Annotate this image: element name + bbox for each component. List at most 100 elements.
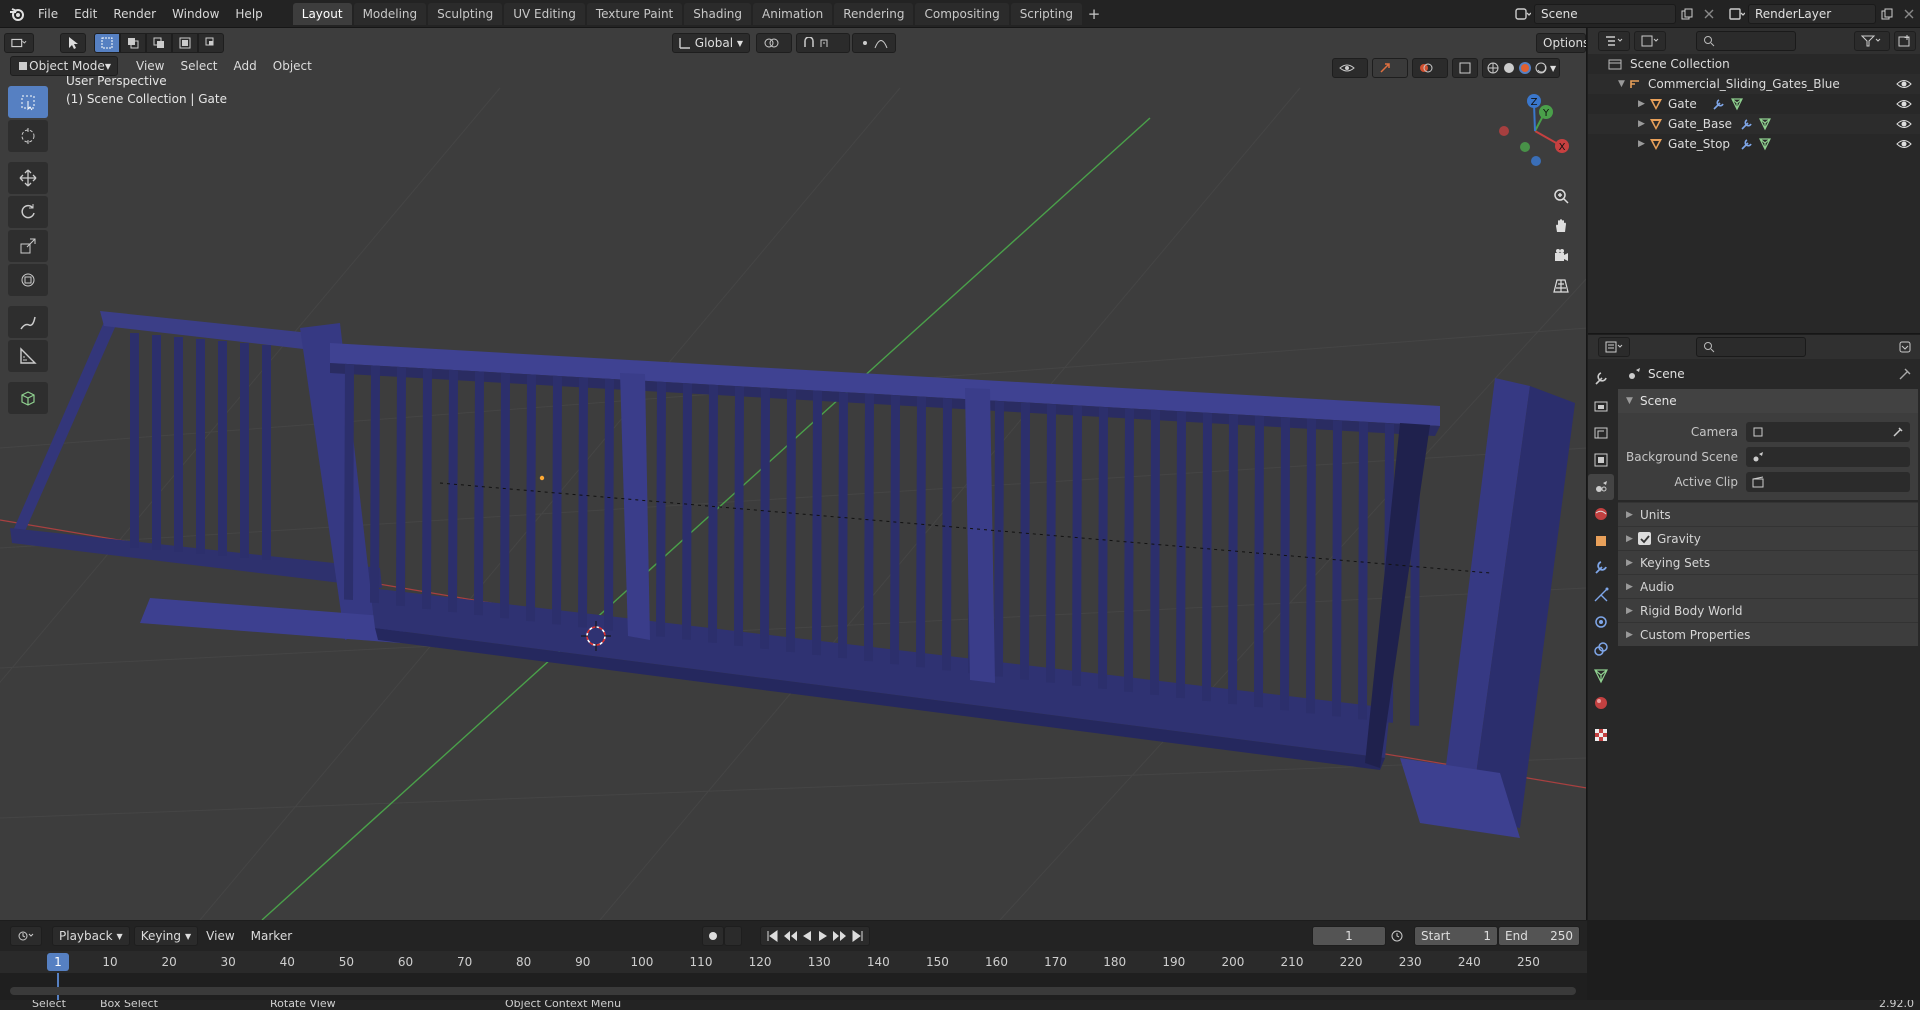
- outliner-object-gate-stop[interactable]: ▶ Gate_Stop: [1588, 134, 1920, 154]
- filter-icon[interactable]: [1854, 31, 1890, 51]
- tab-render-icon[interactable]: [1588, 393, 1614, 419]
- view-layer-field[interactable]: RenderLayer: [1748, 4, 1876, 24]
- scene-panel-header[interactable]: ▼ Scene: [1618, 389, 1918, 413]
- tab-constraints-icon[interactable]: [1588, 636, 1614, 662]
- tab-object-icon[interactable]: [1588, 528, 1614, 554]
- tool-transform[interactable]: [8, 264, 48, 296]
- tab-sculpting[interactable]: Sculpting: [428, 2, 503, 25]
- solid-shading-icon[interactable]: [1502, 61, 1518, 75]
- outliner-scene-collection[interactable]: Scene Collection: [1588, 54, 1920, 74]
- gravity-checkbox[interactable]: [1638, 532, 1651, 545]
- tab-scene-icon[interactable]: [1588, 474, 1614, 500]
- proportional-editing-icon[interactable]: [852, 33, 896, 53]
- close-scene-icon[interactable]: [1698, 4, 1720, 24]
- rendered-shading-icon[interactable]: [1534, 61, 1550, 75]
- eyedropper-icon[interactable]: [1892, 426, 1904, 438]
- eye-icon[interactable]: [1896, 137, 1912, 151]
- visibility-dropdown-icon[interactable]: [1332, 58, 1368, 78]
- tab-shading[interactable]: Shading: [684, 2, 751, 25]
- tab-view-layer-icon[interactable]: [1588, 447, 1614, 473]
- audio-panel[interactable]: ▶ Audio: [1618, 574, 1918, 598]
- tab-particles-icon[interactable]: [1588, 582, 1614, 608]
- tab-world-icon[interactable]: [1588, 501, 1614, 527]
- menu-view[interactable]: View: [128, 59, 172, 73]
- tab-data-icon[interactable]: [1588, 663, 1614, 689]
- timeline-track-area[interactable]: [0, 973, 1587, 1000]
- tab-layout[interactable]: Layout: [292, 2, 352, 25]
- outliner-object-gate-base[interactable]: ▶ Gate_Base: [1588, 114, 1920, 134]
- timeline-menu-marker[interactable]: Marker: [243, 929, 300, 943]
- outliner-editor-type-icon[interactable]: [1598, 31, 1630, 51]
- properties-search-input[interactable]: [1696, 337, 1806, 357]
- snap-icon[interactable]: [796, 33, 850, 53]
- wireframe-shading-icon[interactable]: [1486, 61, 1502, 75]
- playback-dropdown[interactable]: Playback ▼: [52, 926, 130, 946]
- current-frame-field[interactable]: 1: [1312, 926, 1386, 946]
- tab-compositing[interactable]: Compositing: [915, 2, 1009, 25]
- display-mode-icon[interactable]: [1634, 31, 1666, 51]
- material-shading-icon[interactable]: [1518, 61, 1534, 75]
- keying-dropdown[interactable]: Keying ▼: [133, 926, 199, 946]
- tab-scripting[interactable]: Scripting: [1010, 2, 1083, 25]
- tab-output-icon[interactable]: [1588, 420, 1614, 446]
- tool-measure[interactable]: [8, 340, 48, 372]
- select-tool-icon[interactable]: [60, 33, 86, 53]
- editor-type-icon[interactable]: [4, 33, 34, 53]
- outliner-object-gate[interactable]: ▶ Gate: [1588, 94, 1920, 114]
- menu-file[interactable]: File: [30, 0, 66, 28]
- keying-sets-panel[interactable]: ▶ Keying Sets: [1618, 550, 1918, 574]
- end-frame-field[interactable]: End 250: [1498, 926, 1580, 946]
- properties-editor-type-icon[interactable]: [1598, 337, 1630, 357]
- properties-options-icon[interactable]: [1894, 337, 1916, 357]
- timeline-editor-type-icon[interactable]: [10, 926, 42, 946]
- tab-modeling[interactable]: Modeling: [353, 2, 427, 25]
- select-intersect-icon[interactable]: [198, 33, 224, 53]
- tab-material-icon[interactable]: [1588, 690, 1614, 716]
- menu-add[interactable]: Add: [226, 59, 265, 73]
- eye-icon[interactable]: [1896, 97, 1912, 111]
- playhead-frame[interactable]: 1: [47, 953, 69, 971]
- tool-cursor[interactable]: [8, 120, 48, 152]
- tab-physics-icon[interactable]: [1588, 609, 1614, 635]
- tab-modifiers-icon[interactable]: [1588, 555, 1614, 581]
- menu-window[interactable]: Window: [164, 0, 227, 28]
- auto-keying-options-icon[interactable]: [724, 926, 742, 946]
- eye-icon[interactable]: [1896, 117, 1912, 131]
- modifier-wrench-icon[interactable]: [1712, 97, 1726, 111]
- new-collection-icon[interactable]: [1894, 31, 1916, 51]
- add-workspace-button[interactable]: +: [1084, 3, 1104, 25]
- zoom-icon[interactable]: [1547, 182, 1575, 210]
- expand-toggle-icon[interactable]: ▶: [1638, 119, 1648, 129]
- select-extend-icon[interactable]: [120, 33, 146, 53]
- tool-select-box[interactable]: [8, 86, 48, 118]
- custom-properties-panel[interactable]: ▶ Custom Properties: [1618, 622, 1918, 646]
- expand-toggle-icon[interactable]: ▶: [1638, 99, 1648, 109]
- scene-browse-icon[interactable]: [1512, 4, 1534, 24]
- select-subtract-icon[interactable]: [146, 33, 172, 53]
- play-icon[interactable]: [815, 930, 831, 942]
- tool-rotate[interactable]: [8, 196, 48, 228]
- units-panel[interactable]: ▶ Units: [1618, 502, 1918, 526]
- blender-logo-icon[interactable]: [4, 0, 30, 28]
- gizmo-toggle-icon[interactable]: [1372, 58, 1408, 78]
- 3d-viewport[interactable]: Global ▼ Options▼ Object Mode ▼ View Sel…: [0, 28, 1587, 920]
- transform-orientation-dropdown[interactable]: Global ▼: [672, 33, 750, 53]
- outliner-search-input[interactable]: [1696, 31, 1796, 51]
- perspective-toggle-icon[interactable]: [1547, 272, 1575, 300]
- pan-hand-icon[interactable]: [1547, 212, 1575, 240]
- outliner-collection-row[interactable]: ▼ Commercial_Sliding_Gates_Blue: [1588, 74, 1920, 94]
- panel-collapse-icon[interactable]: ▼: [1626, 396, 1636, 406]
- options-dropdown[interactable]: Options▼: [1536, 33, 1586, 53]
- rigid-body-world-panel[interactable]: ▶ Rigid Body World: [1618, 598, 1918, 622]
- eye-icon[interactable]: [1896, 77, 1912, 91]
- start-frame-field[interactable]: Start 1: [1414, 926, 1498, 946]
- menu-render[interactable]: Render: [105, 0, 164, 28]
- view-layer-browse-icon[interactable]: [1726, 4, 1748, 24]
- gate-model[interactable]: [10, 311, 1575, 838]
- mesh-data-icon[interactable]: [1758, 117, 1772, 131]
- play-reverse-icon[interactable]: [799, 930, 815, 942]
- collapse-toggle-icon[interactable]: ▼: [1618, 79, 1628, 89]
- gravity-panel[interactable]: ▶ Gravity: [1618, 526, 1918, 550]
- tool-add-cube[interactable]: [8, 382, 48, 414]
- mesh-data-icon[interactable]: [1730, 97, 1744, 111]
